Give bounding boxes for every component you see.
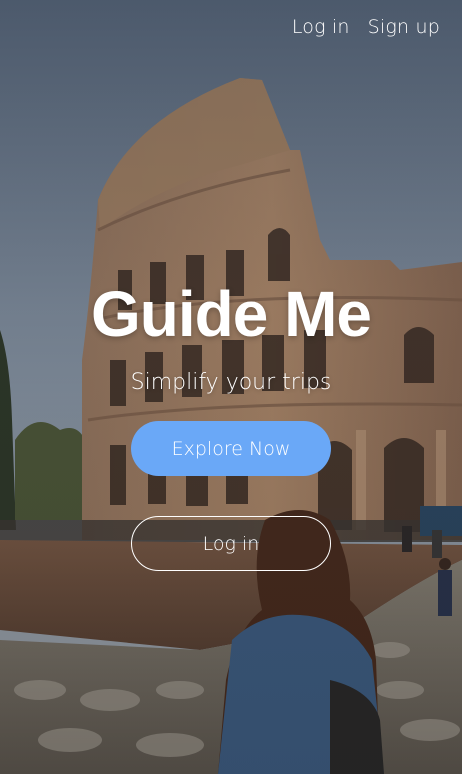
app-title: Guide Me: [90, 278, 372, 350]
app-subtitle: Simplify your trips: [130, 370, 332, 395]
hero-section: Guide Me Simplify your trips Explore Now…: [0, 276, 462, 571]
nav-login-link[interactable]: Log in: [292, 16, 350, 38]
explore-now-button[interactable]: Explore Now: [131, 421, 331, 476]
top-nav: Log in Sign up: [292, 16, 440, 38]
login-button[interactable]: Log in: [131, 516, 331, 571]
nav-signup-link[interactable]: Sign up: [368, 16, 440, 38]
